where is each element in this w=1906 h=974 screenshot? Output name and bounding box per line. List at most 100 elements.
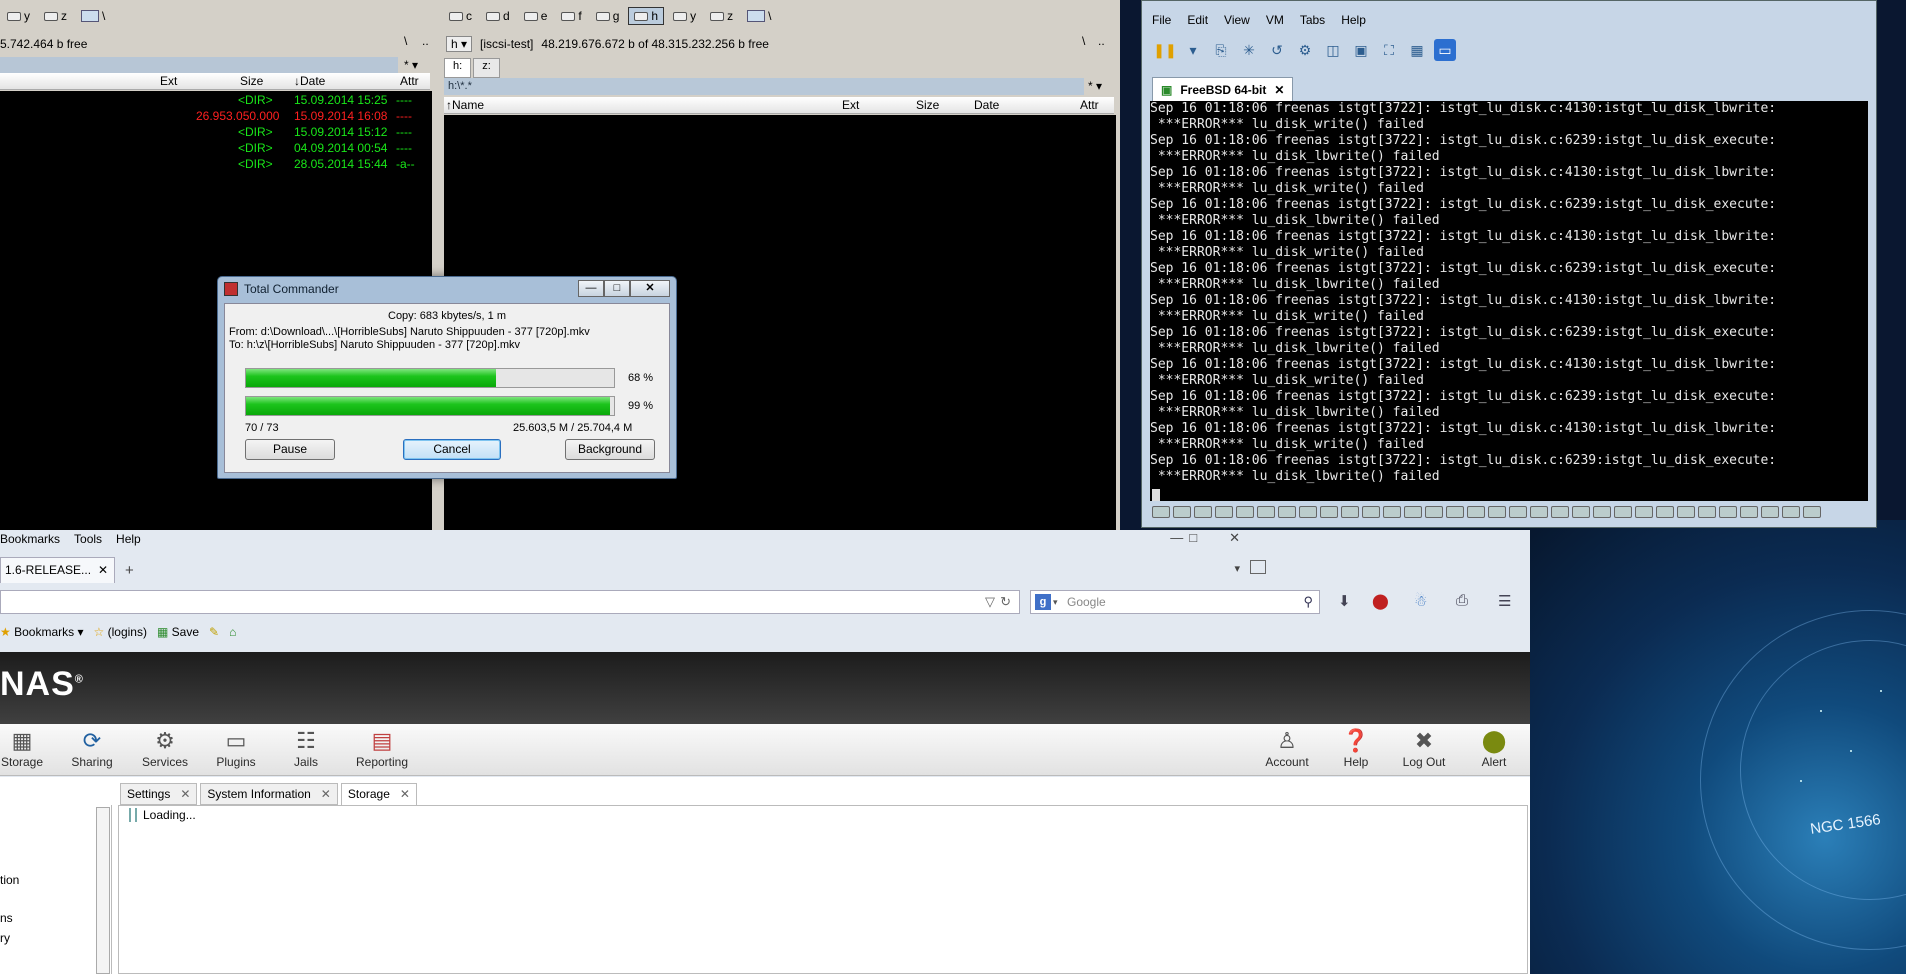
menu-tools[interactable]: Tools <box>74 532 102 546</box>
right-root-button[interactable]: \ <box>1082 34 1085 48</box>
menu-bookmarks[interactable]: Bookmarks <box>0 532 60 546</box>
tag-icon[interactable]: ✎ <box>209 625 219 639</box>
network-button[interactable]: \ <box>742 8 776 24</box>
device-icon[interactable] <box>1257 506 1275 518</box>
tab-list-icon[interactable]: ▾ <box>1234 562 1240 575</box>
right-col-attr[interactable]: Attr <box>1080 97 1099 114</box>
nav-account[interactable]: ♙ Account <box>1262 728 1312 769</box>
left-up-button[interactable]: .. <box>422 34 429 48</box>
left-col-attr[interactable]: Attr <box>400 73 419 90</box>
device-icon[interactable] <box>1677 506 1695 518</box>
right-filter-button[interactable]: * ▾ <box>1088 79 1102 93</box>
right-col-ext[interactable]: Ext <box>842 97 859 114</box>
tab-settings[interactable]: Settings ✕ <box>120 783 198 805</box>
device-icon[interactable] <box>1593 506 1611 518</box>
close-tab-icon[interactable]: ✕ <box>321 787 331 801</box>
device-icon[interactable] <box>1425 506 1443 518</box>
snapshot-manager-icon[interactable]: ⚙ <box>1294 39 1316 61</box>
maximize-button[interactable]: □ <box>604 280 630 297</box>
bookmark-star-icon[interactable]: ▽ <box>985 594 995 610</box>
vm-tab[interactable]: ▣ FreeBSD 64-bit ✕ <box>1152 77 1294 101</box>
download-icon[interactable]: ⬇ <box>1338 592 1351 610</box>
drive-y-button[interactable]: y <box>668 8 701 24</box>
device-icon[interactable] <box>1194 506 1212 518</box>
device-icon[interactable] <box>1362 506 1380 518</box>
network-button[interactable]: \ <box>76 8 110 24</box>
close-button[interactable]: ✕ <box>1229 530 1240 546</box>
menu-tabs[interactable]: Tabs <box>1300 13 1325 27</box>
revert-snapshot-icon[interactable]: ↺ <box>1266 39 1288 61</box>
menu-file[interactable]: File <box>1152 13 1171 27</box>
left-col-size[interactable]: Size <box>240 73 263 90</box>
device-icon[interactable] <box>1614 506 1632 518</box>
fullscreen-icon[interactable]: ⛶ <box>1378 39 1400 61</box>
nav-alert[interactable]: ⬤ Alert <box>1474 728 1514 769</box>
nav-sharing[interactable]: ⟳ Sharing <box>70 728 114 769</box>
device-icon[interactable] <box>1299 506 1317 518</box>
drive-g-button[interactable]: g <box>591 8 625 24</box>
sidebar-item[interactable]: ry <box>0 931 10 945</box>
drive-z-button[interactable]: z <box>705 8 738 24</box>
tab-groups-icon[interactable] <box>1250 560 1266 574</box>
nav-logout[interactable]: ✖ Log Out <box>1398 728 1450 769</box>
sidebar-icon[interactable]: ◫ <box>1322 39 1344 61</box>
send-keys-icon[interactable]: ⎘ <box>1210 39 1232 61</box>
search-bar[interactable]: g ▾ Google ⚲ <box>1030 590 1320 614</box>
device-icon[interactable] <box>1635 506 1653 518</box>
device-icon[interactable] <box>1719 506 1737 518</box>
right-col-date[interactable]: Date <box>974 97 999 114</box>
nav-reporting[interactable]: ▤ Reporting <box>352 728 412 769</box>
drive-d-button[interactable]: d <box>481 8 515 24</box>
device-icon[interactable] <box>1803 506 1821 518</box>
nav-help[interactable]: ❓ Help <box>1336 728 1376 769</box>
menu-vm[interactable]: VM <box>1266 13 1284 27</box>
minimize-button[interactable]: — <box>1170 530 1183 546</box>
drive-c-button[interactable]: c <box>444 8 477 24</box>
unity-icon[interactable]: ▦ <box>1406 39 1428 61</box>
tab-h[interactable]: h: <box>444 58 472 78</box>
minimize-button[interactable]: — <box>578 280 604 297</box>
device-icon[interactable] <box>1320 506 1338 518</box>
drive-h-button[interactable]: h <box>628 7 665 25</box>
device-icon[interactable] <box>1551 506 1569 518</box>
device-icon[interactable] <box>1173 506 1191 518</box>
close-tab-icon[interactable]: ✕ <box>98 563 108 583</box>
nav-plugins[interactable]: ▭ Plugins <box>214 728 258 769</box>
ff-tab[interactable]: 1.6-RELEASE... ✕ <box>0 557 115 583</box>
sidebar-item[interactable]: ns <box>0 911 13 925</box>
url-bar[interactable]: ▽ ↻ <box>0 590 1020 614</box>
device-icon[interactable] <box>1341 506 1359 518</box>
device-icon[interactable] <box>1383 506 1401 518</box>
left-path-row[interactable] <box>0 57 398 74</box>
close-tab-icon[interactable]: ✕ <box>180 787 190 801</box>
device-icon[interactable] <box>1572 506 1590 518</box>
device-icon[interactable] <box>1236 506 1254 518</box>
drive-z-button[interactable]: z <box>39 8 72 24</box>
device-icon[interactable] <box>1530 506 1548 518</box>
close-button[interactable]: ✕ <box>630 280 670 297</box>
console-view-icon[interactable]: ▣ <box>1350 39 1372 61</box>
nav-services[interactable]: ⚙ Services <box>140 728 190 769</box>
search-icon[interactable]: ⚲ <box>1303 591 1313 613</box>
device-icon[interactable] <box>1656 506 1674 518</box>
adblock-icon[interactable]: ⬤ <box>1372 592 1389 610</box>
left-root-button[interactable]: \ <box>404 34 407 48</box>
right-path-row[interactable]: h:\*.* <box>444 78 1084 95</box>
device-icon[interactable] <box>1467 506 1485 518</box>
vm-console[interactable]: Sep 16 01:18:06 freenas istgt[3722]: ist… <box>1150 101 1868 501</box>
device-icon[interactable] <box>1278 506 1296 518</box>
print-icon[interactable]: ⎙ <box>1456 592 1468 609</box>
tab-z[interactable]: z: <box>473 58 500 78</box>
device-icon[interactable] <box>1761 506 1779 518</box>
dropdown-icon[interactable]: ▾ <box>1053 591 1058 613</box>
device-icon[interactable] <box>1698 506 1716 518</box>
stretch-guest-icon[interactable]: ▭ <box>1434 39 1456 61</box>
drive-f-button[interactable]: f <box>556 8 586 24</box>
reload-icon[interactable]: ↻ <box>1000 594 1011 610</box>
right-col-size[interactable]: Size <box>916 97 939 114</box>
logins-bookmark[interactable]: ☆ (logins) <box>94 625 147 639</box>
device-icon[interactable] <box>1488 506 1506 518</box>
addon-icon[interactable]: ☃ <box>1414 592 1427 610</box>
device-icon[interactable] <box>1782 506 1800 518</box>
sidebar-item[interactable]: tion <box>0 873 19 887</box>
